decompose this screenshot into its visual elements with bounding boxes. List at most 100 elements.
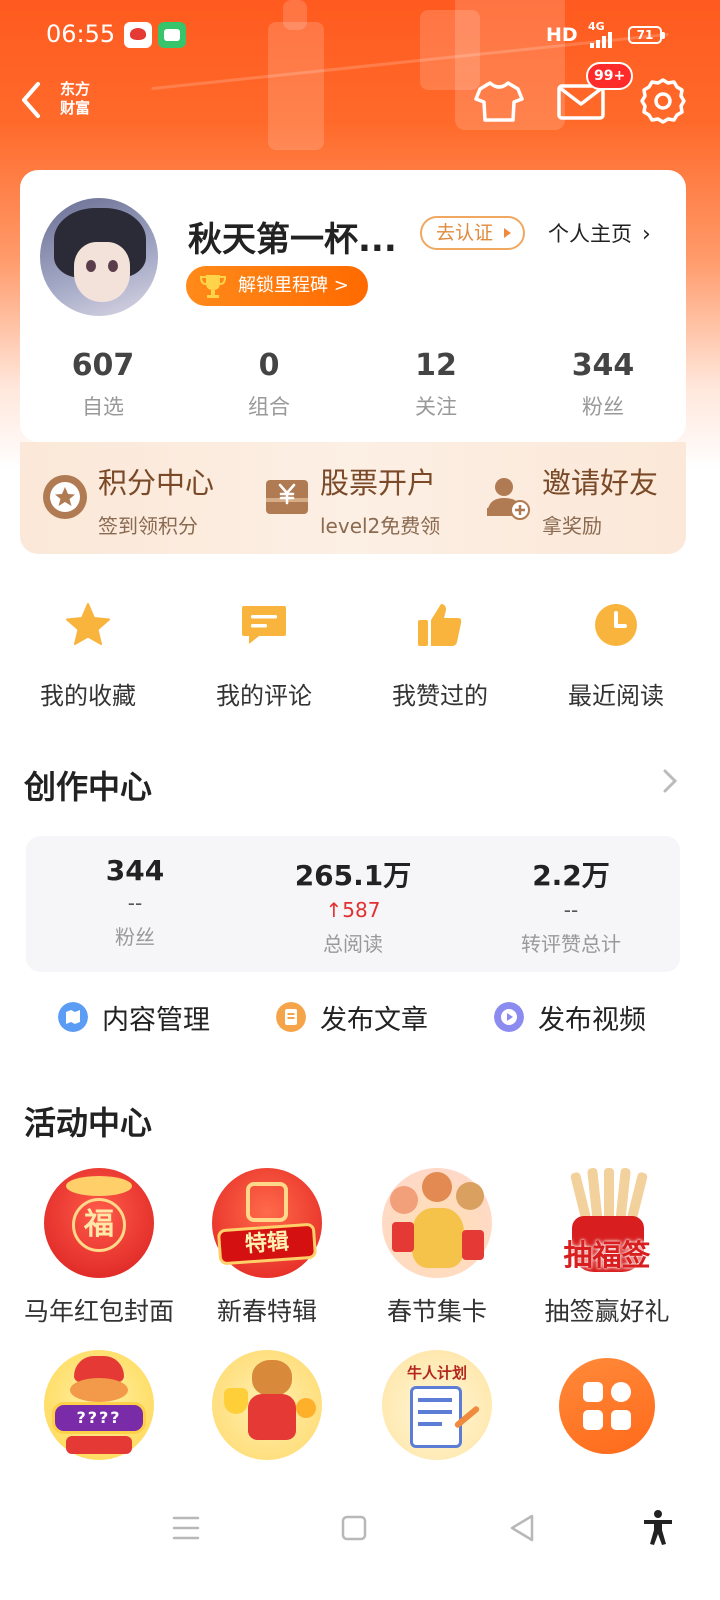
activity-label: 马年红包封面 [23,1297,174,1326]
activity-label: 春节集卡 [386,1297,487,1326]
star-icon [66,603,110,645]
quick-link-liked[interactable]: 我赞过的 [352,594,528,711]
system-nav-bar [0,1478,720,1600]
stat-label: 关注 [415,395,457,419]
stat-value: 607 [71,348,135,383]
gear-icon[interactable] [636,74,690,128]
verify-button[interactable]: 去认证 [420,216,526,250]
content-manage-button[interactable]: 内容管理 [58,998,228,1038]
hd-indicator: HD [546,24,578,46]
signal-icon [590,32,618,48]
yen-box-icon [266,480,308,514]
tool-subtitle: 签到领积分 [98,514,198,538]
activity-card-collect[interactable]: 春节集卡 [352,1168,522,1328]
tool-title: 积分中心 [98,466,215,500]
thumbs-up-icon [418,604,462,646]
expert-plan-icon: 牛人计划 [382,1350,492,1460]
creation-stat-label: 总阅读 [323,932,383,956]
star-coin-icon [43,475,87,519]
activity-label: 新春特辑 [216,1297,317,1326]
back-icon[interactable] [18,80,44,120]
activity-ranking[interactable]: A股实盘排位赛 [182,1350,352,1494]
creation-stat-engagement[interactable]: 2.2万 -- 转评赞总计 [462,854,680,957]
publish-video-button[interactable]: 发布视频 [494,998,664,1038]
trophy-icon [199,275,227,298]
action-label: 发布视频 [538,1005,646,1036]
creation-stat-change: -- [563,898,579,922]
mail-badge: 99+ [586,62,634,90]
quick-link-comments[interactable]: 我的评论 [176,594,352,711]
stat-following[interactable]: 12 关注 [353,348,519,421]
activity-expert-plan[interactable]: 牛人计划 社区牛人计划 [352,1350,522,1494]
tool-title: 股票开户 [320,466,437,500]
creation-stat-reads[interactable]: 265.1万 ↑587 总阅读 [244,854,462,957]
back-nav-icon[interactable] [502,1508,542,1548]
creation-stats-panel: 344 -- 粉丝 265.1万 ↑587 总阅读 2.2万 -- 转评赞总计 [26,836,680,972]
message-app-icon [158,22,186,48]
activity-fortune-draw[interactable]: 抽福签 抽签赢好礼 [522,1167,692,1328]
creation-stat-value: 2.2万 [532,859,610,892]
clock-icon [595,604,637,646]
activity-label: 抽签赢好礼 [544,1297,670,1326]
tool-subtitle: level2免费领 [320,514,441,538]
comment-icon [242,606,286,644]
expert-badge: 牛人计划 [406,1364,467,1382]
publish-article-button[interactable]: 发布文章 [276,998,446,1038]
brand-logo-line2: 财富 [60,99,91,117]
quick-link-label: 我的评论 [216,682,312,710]
draw-badge: 抽福签 [563,1238,651,1272]
menu-icon[interactable] [166,1508,206,1548]
tool-invite-friends[interactable]: 邀请好友 拿奖励 [464,442,686,554]
quick-link-favorites[interactable]: 我的收藏 [0,594,176,711]
grid-icon [559,1358,655,1454]
creation-stat-followers[interactable]: 344 -- 粉丝 [26,854,244,950]
quick-link-label: 我赞过的 [392,682,488,710]
creation-stat-change: -- [127,891,143,915]
creation-stat-change-value: 587 [342,898,381,922]
status-time: 06:55 [46,20,116,48]
stat-portfolio[interactable]: 0 组合 [186,348,352,421]
activity-guess-game[interactable]: ???? 东财猜猜乐 [14,1350,184,1494]
guess-badge: ???? [52,1402,146,1434]
status-bar: 06:55 HD 4G 71 [0,0,720,70]
stat-label: 自选 [82,395,124,419]
home-icon[interactable] [334,1508,374,1548]
creation-center-title: 创作中心 [24,768,153,806]
milestone-button[interactable]: 解锁里程碑 > [186,266,368,306]
quick-link-recent[interactable]: 最近阅读 [528,594,704,711]
activity-view-all[interactable]: 查看全部 [522,1350,692,1494]
activity-spring-special[interactable]: 特辑 新春特辑 [182,1168,352,1328]
avatar[interactable] [40,198,158,316]
tool-title: 邀请好友 [542,466,659,500]
fortune-sticks-icon: 抽福签 [552,1167,662,1278]
guess-game-icon: ???? [44,1350,154,1460]
tool-open-account[interactable]: 股票开户 level2免费领 [242,442,464,554]
red-envelope-icon: 福 [44,1168,154,1278]
chevron-right-icon: › [642,222,651,247]
arrow-up-icon: ↑ [325,898,343,922]
fu-character: 福 [72,1198,126,1252]
creation-stat-change: ↑587 [244,898,462,924]
chevron-right-icon[interactable] [660,766,680,796]
tool-points-center[interactable]: 积分中心 签到领积分 [20,442,242,554]
shirt-icon[interactable] [472,74,526,128]
homepage-link[interactable]: 个人主页 › [548,218,651,248]
battery-icon: 71 [628,26,665,44]
creation-stat-label: 转评赞总计 [521,932,621,956]
stat-watchlist[interactable]: 607 自选 [20,348,186,421]
tool-subtitle: 拿奖励 [542,514,602,538]
creation-stat-label: 粉丝 [115,925,155,949]
tools-strip: 积分中心 签到领积分 股票开户 level2免费领 邀请好友 拿奖励 [20,442,686,554]
ranking-icon [212,1350,322,1460]
creation-stat-value: 265.1万 [294,859,412,892]
username[interactable]: 秋天第一杯... [188,212,408,261]
card-collect-icon [382,1168,492,1278]
stat-label: 粉丝 [582,395,624,419]
video-icon [494,1002,524,1032]
stat-followers[interactable]: 344 粉丝 [520,348,686,421]
activity-red-envelope[interactable]: 福 马年红包封面 [14,1168,184,1328]
special-badge: 特辑 [216,1222,318,1266]
action-label: 发布文章 [320,1005,428,1036]
spring-special-icon: 特辑 [212,1168,322,1278]
accessibility-icon[interactable] [638,1508,678,1548]
